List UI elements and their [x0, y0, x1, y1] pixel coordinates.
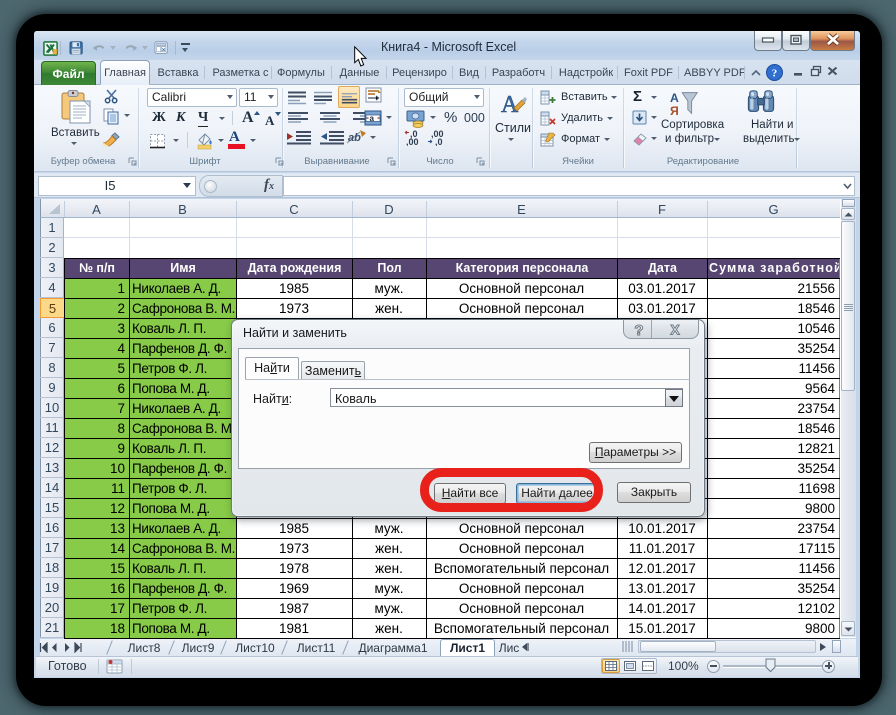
svg-text:X: X: [670, 322, 680, 337]
svg-text:,0: ,0: [435, 137, 443, 146]
svg-text:?: ?: [634, 322, 643, 338]
svg-text:Я: Я: [670, 104, 679, 118]
svg-text:a: a: [370, 114, 375, 123]
svg-text:A: A: [501, 92, 519, 118]
svg-text:ab: ab: [348, 132, 361, 144]
svg-text:А: А: [670, 91, 679, 105]
svg-text:?: ?: [772, 68, 778, 80]
svg-text:,00: ,00: [406, 137, 419, 146]
